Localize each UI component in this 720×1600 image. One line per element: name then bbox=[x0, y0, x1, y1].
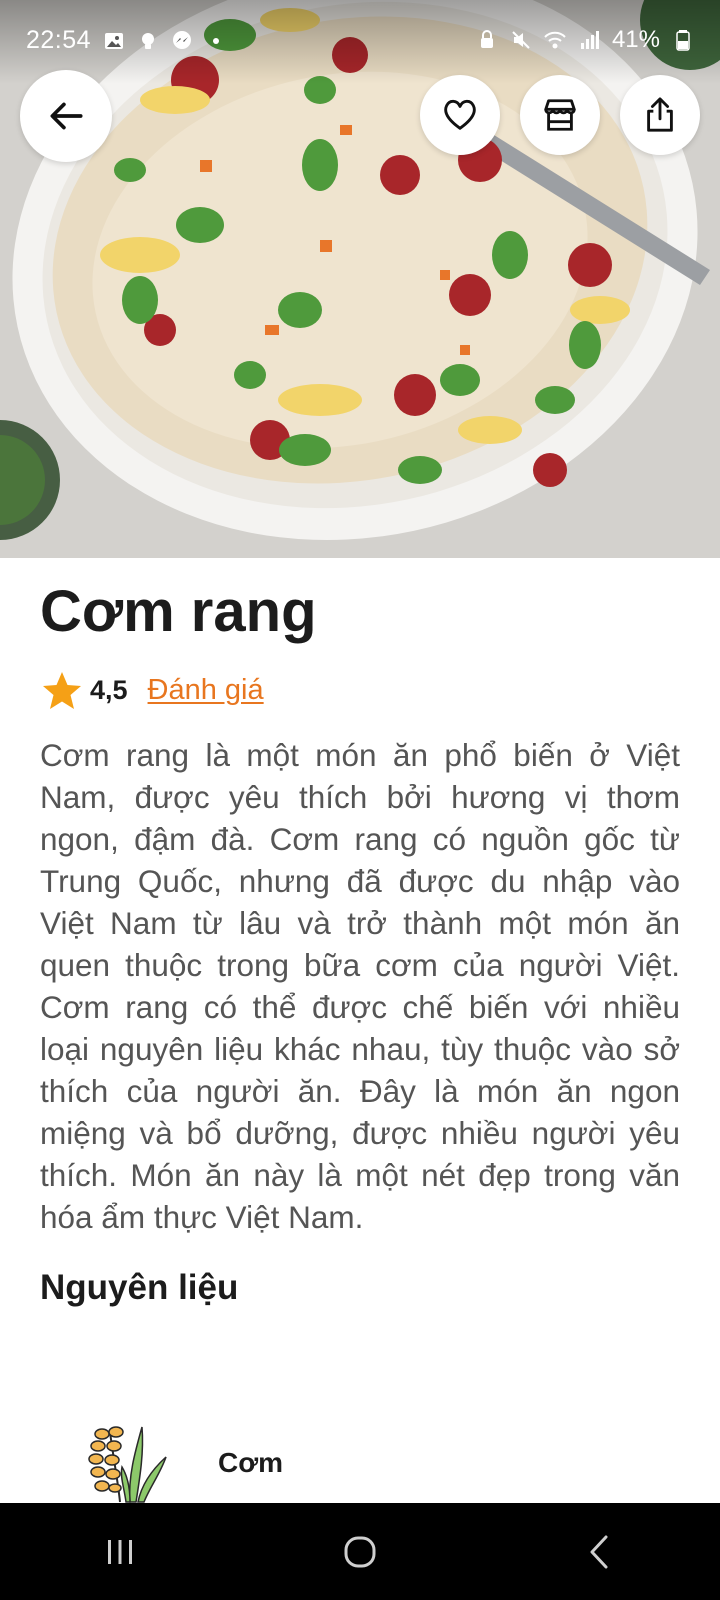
vpn-icon bbox=[476, 29, 498, 51]
battery-percent: 41% bbox=[611, 26, 660, 53]
rate-link[interactable]: Đánh giá bbox=[148, 674, 264, 707]
status-left: 22:54 bbox=[26, 26, 227, 55]
favorite-button[interactable] bbox=[420, 75, 500, 155]
recents-icon bbox=[108, 1539, 132, 1564]
share-icon bbox=[647, 97, 673, 132]
messenger-icon bbox=[171, 30, 193, 52]
bulb-icon bbox=[137, 30, 159, 52]
dot-icon bbox=[205, 30, 227, 52]
store-icon bbox=[544, 99, 576, 131]
share-button[interactable] bbox=[620, 75, 700, 155]
signal-icon bbox=[578, 29, 600, 51]
ingredient-item[interactable]: Cơm bbox=[80, 1422, 283, 1504]
mute-icon bbox=[510, 29, 532, 51]
home-button[interactable] bbox=[310, 1517, 410, 1587]
nav-back-button[interactable] bbox=[550, 1517, 650, 1587]
arrow-left-icon bbox=[50, 102, 83, 130]
recents-button[interactable] bbox=[70, 1517, 170, 1587]
status-time: 22:54 bbox=[26, 26, 92, 54]
gallery-icon bbox=[103, 30, 125, 52]
battery-icon bbox=[672, 29, 694, 51]
star-icon bbox=[43, 671, 81, 709]
rating-row: 4,5 Đánh giá bbox=[40, 666, 680, 716]
home-icon bbox=[344, 1536, 376, 1567]
heart-icon bbox=[444, 99, 476, 130]
recipe-content: Cơm rang 4,5 Đánh giá Cơm rang là một mó… bbox=[40, 558, 680, 1308]
recipe-description: Cơm rang là một món ăn phổ biến ở Việt N… bbox=[40, 736, 680, 1235]
recipe-title: Cơm rang bbox=[40, 579, 317, 644]
wifi-icon bbox=[544, 29, 566, 51]
back-button[interactable] bbox=[20, 70, 112, 162]
rice-plant-icon bbox=[88, 1426, 167, 1503]
system-nav-bar bbox=[0, 1503, 720, 1600]
ingredient-name: Cơm bbox=[218, 1447, 284, 1478]
ingredients-heading: Nguyên liệu bbox=[40, 1267, 239, 1307]
status-right: 41% bbox=[476, 26, 694, 54]
rating-value: 4,5 bbox=[90, 675, 128, 706]
status-bar: 22:54 41% bbox=[0, 0, 720, 84]
back-icon bbox=[590, 1535, 608, 1568]
store-button[interactable] bbox=[520, 75, 600, 155]
